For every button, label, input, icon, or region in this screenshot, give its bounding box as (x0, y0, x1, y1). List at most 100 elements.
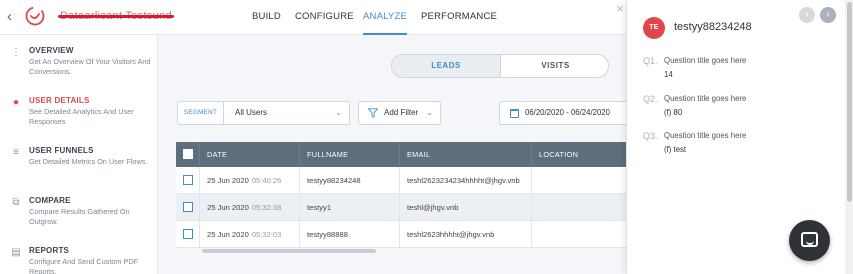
column-header-label: FULLNAME (307, 150, 349, 159)
user-icon: ● (12, 97, 20, 108)
location-value (532, 203, 539, 212)
user-details-main: LEADS VISITS SEGMENT All Users ⌄ Add Fil… (158, 35, 626, 274)
column-header-fullname[interactable]: FULLNAME (300, 142, 400, 167)
segment-label: SEGMENT (178, 102, 224, 124)
chevron-down-icon: ⌄ (335, 108, 342, 117)
funnel-icon: ≡ (13, 147, 19, 158)
project-name[interactable]: Dataarlicant Testsund (58, 10, 174, 22)
location-value (532, 230, 539, 239)
row-checkbox-cell (176, 221, 200, 248)
analyze-sidebar: ⋮ OVERVIEW Get An Overview Of Your Visit… (0, 35, 158, 274)
nav-configure[interactable]: CONFIGURE (295, 0, 354, 35)
question-answer: (f) test (664, 145, 687, 154)
column-header-label: EMAIL (407, 150, 431, 159)
next-user-icon[interactable]: › (820, 7, 836, 23)
add-filter-label: Add Filter (384, 108, 419, 117)
date-range-text: 06/20/2020 - 06/24/2020 (525, 108, 610, 117)
select-all-checkbox[interactable] (183, 149, 193, 159)
question-number: Q1. (643, 56, 658, 66)
sidebar-item-desc: Compare Results Gathered On Outgrow. (29, 207, 130, 226)
date-value: 25 Jun 2020 (207, 176, 249, 185)
sidebar-item-title: REPORTS (29, 246, 70, 255)
close-icon[interactable]: × (614, 2, 626, 16)
chat-icon (801, 232, 818, 247)
header-checkbox-cell (176, 142, 200, 167)
fullname-value: testyy88888 (307, 230, 348, 239)
fullname-value: testyy88234248 (307, 176, 361, 185)
question-number: Q3. (643, 131, 658, 141)
email-cell: teshl@jhgv.vnb (400, 194, 532, 221)
report-icon: ▤ (11, 247, 21, 258)
question-title: Question title goes here (664, 56, 747, 65)
nav-performance[interactable]: PERFORMANCE (421, 0, 497, 35)
table-row[interactable]: 25 Jun 2020 05:32:03 testyy88888 teshl262… (176, 221, 626, 248)
sidebar-item-desc: Get Detailed Metrics On User Flows. (29, 157, 148, 166)
grid-icon: ⋮ (11, 47, 21, 58)
row-checkbox-cell (176, 194, 200, 221)
date-value: 25 Jun 2020 (207, 230, 249, 239)
avatar: TE (643, 17, 665, 39)
date-cell: 25 Jun 2020 05:40:26 (200, 167, 300, 194)
question-title: Question title goes here (664, 94, 747, 103)
panel-user-name: testyy88234248 (674, 21, 752, 33)
email-cell: teshl2623hhhht@jhgv.vnb (400, 221, 532, 248)
time-value: 05:32:38 (251, 203, 282, 212)
question-number: Q2. (643, 94, 658, 104)
segment-value: All Users (235, 108, 268, 117)
table-horizontal-scrollbar[interactable] (202, 249, 376, 253)
column-header-email[interactable]: EMAIL (400, 142, 532, 167)
date-cell: 25 Jun 2020 05:32:38 (200, 194, 300, 221)
chat-launcher-button[interactable] (789, 220, 830, 261)
segment-select[interactable]: SEGMENT All Users ⌄ (177, 101, 350, 125)
row-checkbox-cell (176, 167, 200, 194)
time-value: 05:40:26 (251, 176, 282, 185)
outgrow-logo-icon[interactable] (24, 5, 46, 27)
calendar-icon (510, 109, 519, 118)
fullname-cell: testyy88888 (300, 221, 400, 248)
question-title: Question title goes here (664, 131, 747, 140)
sidebar-item-title: OVERVIEW (29, 46, 74, 55)
question-answer: 14 (664, 70, 673, 79)
chevron-down-icon: ⌄ (426, 108, 433, 117)
filter-icon (368, 108, 378, 118)
fullname-value: testyy1 (307, 203, 332, 212)
table-row[interactable]: 25 Jun 2020 05:32:38 testyy1 teshl@jhgv.v… (176, 194, 626, 221)
fullname-cell: testyy1 (300, 194, 400, 221)
page-vertical-scrollbar-thumb[interactable] (847, 2, 852, 202)
location-cell (532, 194, 626, 221)
sidebar-item-title: USER FUNNELS (29, 146, 94, 155)
sidebar-item-desc: See Detailed Analytics And User Response… (29, 107, 134, 126)
column-header-date[interactable]: DATE (200, 142, 300, 167)
date-value: 25 Jun 2020 (207, 203, 249, 212)
email-cell: teshl2623234234hhhht@jhgv.vnb (400, 167, 532, 194)
nav-analyze[interactable]: ANALYZE (363, 0, 407, 35)
sidebar-item-title: COMPARE (29, 196, 71, 205)
sidebar-item-desc: Get An Overview Of Your Visitors And Con… (29, 57, 151, 76)
fullname-cell: testyy88234248 (300, 167, 400, 194)
redaction-strike (58, 15, 174, 18)
back-chevron-icon[interactable]: ‹ (7, 8, 12, 25)
email-value: teshl@jhgv.vnb (407, 203, 459, 212)
tab-leads[interactable]: LEADS (392, 55, 501, 77)
time-value: 05:32:03 (251, 230, 282, 239)
nav-build[interactable]: BUILD (252, 0, 281, 35)
row-checkbox[interactable] (183, 202, 193, 212)
add-filter-button[interactable]: Add Filter ⌄ (358, 101, 441, 125)
location-cell (532, 221, 626, 248)
column-header-label: DATE (207, 150, 228, 159)
leads-visits-toggle: LEADS VISITS (391, 54, 609, 78)
location-value (532, 176, 539, 185)
question-answer: (f) 80 (664, 108, 683, 117)
row-checkbox[interactable] (183, 229, 193, 239)
location-cell (532, 167, 626, 194)
column-header-label: LOCATION (539, 150, 579, 159)
row-checkbox[interactable] (183, 175, 193, 185)
email-value: teshl2623hhhht@jhgv.vnb (407, 230, 495, 239)
table-row[interactable]: 25 Jun 2020 05:40:26 testyy88234248 teshl… (176, 167, 626, 194)
date-range-picker[interactable]: 06/20/2020 - 06/24/2020 (499, 101, 626, 125)
previous-user-icon[interactable]: ‹ (799, 7, 815, 23)
column-header-location[interactable]: LOCATION (532, 142, 626, 167)
date-cell: 25 Jun 2020 05:32:03 (200, 221, 300, 248)
sidebar-item-desc: Configure And Send Custom PDF Reports. (29, 257, 139, 274)
tab-visits[interactable]: VISITS (501, 55, 608, 77)
